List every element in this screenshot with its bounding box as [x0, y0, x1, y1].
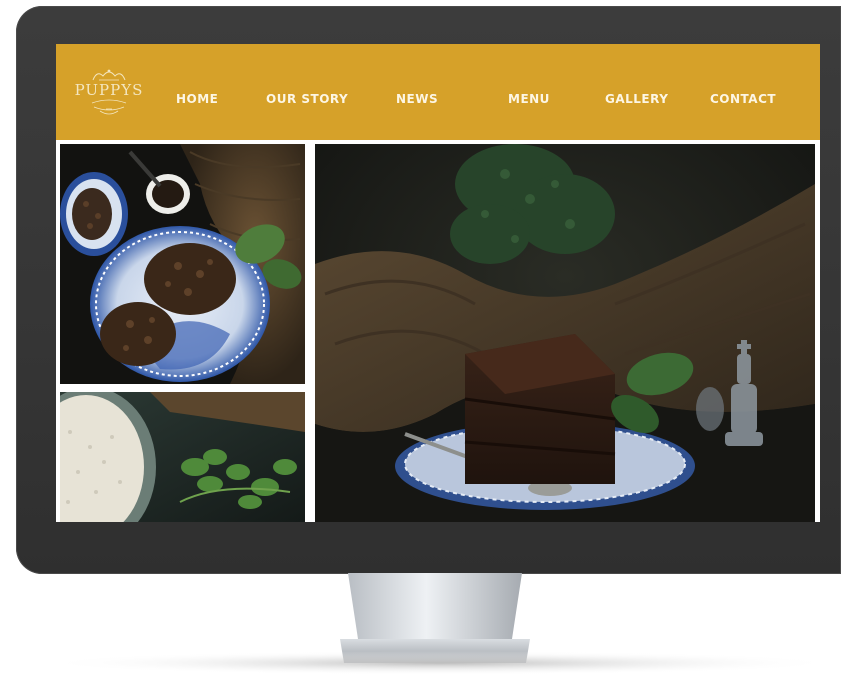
nav-item-gallery[interactable]: GALLERY [605, 92, 668, 106]
cake-photo-image [315, 144, 815, 522]
gallery-photo-cookies[interactable] [60, 144, 305, 384]
gallery-photo-rice[interactable] [60, 392, 305, 522]
nav-item-our-story[interactable]: OUR STORY [266, 92, 348, 106]
nav-item-contact[interactable]: CONTACT [710, 92, 776, 106]
nav-item-home[interactable]: HOME [176, 92, 218, 106]
site-header: PUPPYS HOME OUR STORY NEWS MENU GALLERY … [56, 44, 820, 140]
gallery-photo-cake[interactable] [315, 144, 815, 522]
nav-item-news[interactable]: NEWS [396, 92, 438, 106]
crown-ornament-icon [92, 69, 126, 81]
cookies-photo-image [60, 144, 305, 384]
main-navigation: HOME OUR STORY NEWS MENU GALLERY CONTACT [56, 92, 820, 112]
rice-photo-image [60, 392, 305, 522]
desk-shadow [40, 651, 840, 675]
nav-item-menu[interactable]: MENU [508, 92, 550, 106]
monitor-mockup: PUPPYS HOME OUR STORY NEWS MENU GALLERY … [0, 0, 841, 678]
monitor-screen: PUPPYS HOME OUR STORY NEWS MENU GALLERY … [56, 44, 820, 522]
